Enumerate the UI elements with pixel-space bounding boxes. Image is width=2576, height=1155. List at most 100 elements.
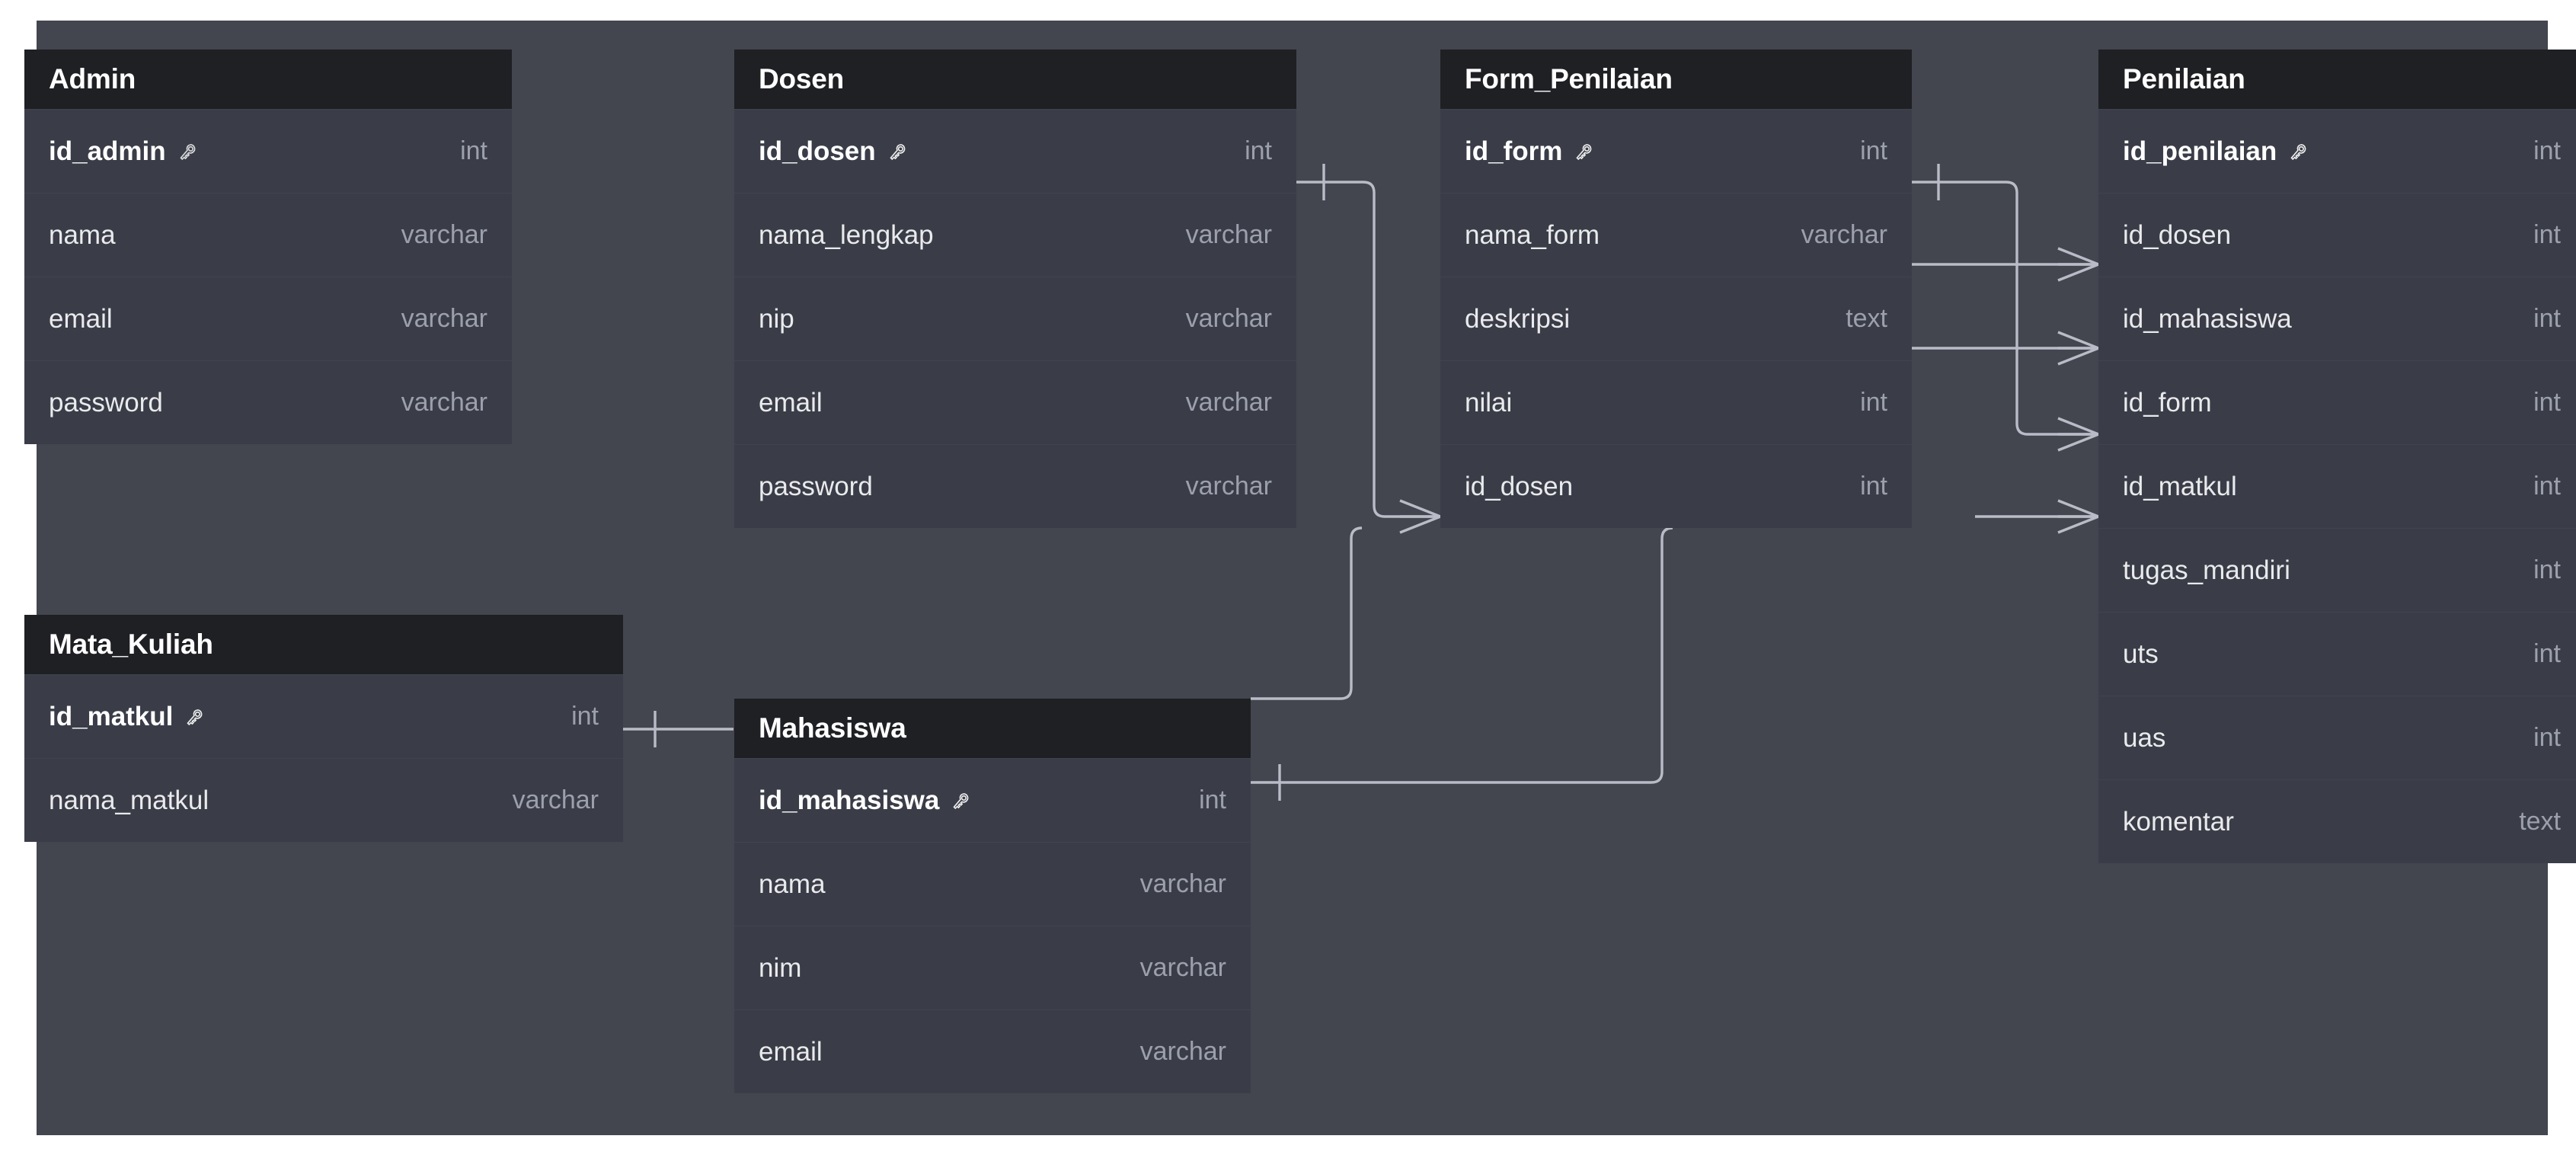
- column-type: varchar: [1186, 304, 1272, 334]
- er-diagram-canvas[interactable]: Admin id_admin int nama varchar email va…: [37, 21, 2548, 1135]
- column-type: int: [2533, 304, 2561, 334]
- column-name: nama_matkul: [49, 785, 209, 816]
- key-icon: [887, 142, 909, 165]
- column-type: varchar: [513, 785, 599, 815]
- column-type: int: [2533, 136, 2561, 166]
- column-name: id_dosen: [2123, 220, 2231, 251]
- table-admin-row-nama[interactable]: nama varchar: [24, 193, 512, 277]
- column-type: int: [2533, 220, 2561, 250]
- table-form-penilaian-row-nama-form[interactable]: nama_form varchar: [1440, 193, 1912, 277]
- column-name: nama: [759, 869, 826, 900]
- table-penilaian-row-tugas-mandiri[interactable]: tugas_mandiri int: [2098, 528, 2576, 612]
- column-name: tugas_mandiri: [2123, 555, 2290, 586]
- column-name: id_form: [1465, 136, 1596, 167]
- table-penilaian-row-uts[interactable]: uts int: [2098, 612, 2576, 696]
- column-name: uas: [2123, 723, 2165, 753]
- table-form-penilaian[interactable]: Form_Penilaian id_form int nama_form var…: [1440, 50, 1912, 528]
- table-mata-kuliah[interactable]: Mata_Kuliah id_matkul int nama_matkul va…: [24, 615, 623, 842]
- column-type: int: [1860, 472, 1887, 501]
- column-type: int: [2533, 723, 2561, 753]
- table-admin[interactable]: Admin id_admin int nama varchar email va…: [24, 50, 512, 444]
- column-name: password: [759, 472, 873, 502]
- table-form-penilaian-row-id-dosen[interactable]: id_dosen int: [1440, 444, 1912, 528]
- column-name: deskripsi: [1465, 304, 1570, 334]
- column-name: id_mahasiswa: [759, 785, 973, 816]
- table-form-penilaian-title: Form_Penilaian: [1440, 50, 1912, 109]
- column-name: uts: [2123, 639, 2159, 670]
- column-type: int: [2533, 639, 2561, 669]
- column-name: id_penilaian: [2123, 136, 2310, 167]
- key-icon: [2287, 142, 2310, 165]
- relationship-dosen-penilaian: [1975, 501, 2098, 533]
- table-mata-kuliah-row-id-matkul[interactable]: id_matkul int: [24, 674, 623, 758]
- column-type: int: [1199, 785, 1226, 815]
- column-name: nim: [759, 953, 801, 984]
- table-penilaian-row-komentar[interactable]: komentar text: [2098, 779, 2576, 863]
- column-type: varchar: [1186, 472, 1272, 501]
- column-type: int: [2533, 472, 2561, 501]
- column-type: int: [460, 136, 487, 166]
- column-type: int: [1245, 136, 1272, 166]
- column-type: int: [2533, 555, 2561, 585]
- table-dosen-row-email[interactable]: email varchar: [734, 360, 1296, 444]
- column-name: id_dosen: [759, 136, 909, 167]
- column-type: varchar: [1140, 1037, 1226, 1067]
- table-mahasiswa-row-email[interactable]: email varchar: [734, 1009, 1251, 1093]
- table-admin-title: Admin: [24, 50, 512, 109]
- column-name: nilai: [1465, 388, 1512, 418]
- relationship-mata-kuliah-mahasiswa: [623, 711, 733, 747]
- table-dosen-row-nama-lengkap[interactable]: nama_lengkap varchar: [734, 193, 1296, 277]
- relationship-route-mahasiswa-up: [1251, 528, 1362, 699]
- column-name: email: [759, 388, 823, 418]
- table-penilaian-row-uas[interactable]: uas int: [2098, 696, 2576, 779]
- table-mahasiswa[interactable]: Mahasiswa id_mahasiswa int nama varchar …: [734, 699, 1251, 1093]
- table-form-penilaian-row-id-form[interactable]: id_form int: [1440, 109, 1912, 193]
- table-mahasiswa-row-id-mahasiswa[interactable]: id_mahasiswa int: [734, 758, 1251, 842]
- table-penilaian-row-id-form[interactable]: id_form int: [2098, 360, 2576, 444]
- table-form-penilaian-row-deskripsi[interactable]: deskripsi text: [1440, 277, 1912, 360]
- column-name: id_matkul: [49, 702, 206, 732]
- table-penilaian-row-id-dosen[interactable]: id_dosen int: [2098, 193, 2576, 277]
- table-penilaian[interactable]: Penilaian id_penilaian int id_dosen int …: [2098, 50, 2576, 863]
- key-icon: [184, 707, 206, 730]
- column-name: id_dosen: [1465, 472, 1573, 502]
- table-mata-kuliah-title: Mata_Kuliah: [24, 615, 623, 674]
- column-name: id_matkul: [2123, 472, 2237, 502]
- table-dosen-row-password[interactable]: password varchar: [734, 444, 1296, 528]
- column-name: nama_lengkap: [759, 220, 934, 251]
- column-type: varchar: [1140, 953, 1226, 983]
- column-type: text: [1846, 304, 1887, 334]
- key-icon: [950, 791, 973, 814]
- table-admin-row-email[interactable]: email varchar: [24, 277, 512, 360]
- table-penilaian-row-id-mahasiswa[interactable]: id_mahasiswa int: [2098, 277, 2576, 360]
- column-type: int: [1860, 388, 1887, 418]
- table-admin-row-password[interactable]: password varchar: [24, 360, 512, 444]
- column-name: password: [49, 388, 163, 418]
- table-dosen-row-id-dosen[interactable]: id_dosen int: [734, 109, 1296, 193]
- key-icon: [1573, 142, 1596, 165]
- relationship-mahasiswa-penilaian: [1251, 528, 1673, 801]
- table-dosen[interactable]: Dosen id_dosen int nama_lengkap varchar …: [734, 50, 1296, 528]
- column-name: id_admin: [49, 136, 200, 167]
- table-penilaian-title: Penilaian: [2098, 50, 2576, 109]
- table-form-penilaian-row-nilai[interactable]: nilai int: [1440, 360, 1912, 444]
- column-type: varchar: [401, 304, 487, 334]
- column-type: varchar: [1186, 388, 1272, 418]
- column-name: nip: [759, 304, 794, 334]
- table-mahasiswa-title: Mahasiswa: [734, 699, 1251, 758]
- table-dosen-row-nip[interactable]: nip varchar: [734, 277, 1296, 360]
- column-type: varchar: [1140, 869, 1226, 899]
- table-penilaian-row-id-penilaian[interactable]: id_penilaian int: [2098, 109, 2576, 193]
- table-mahasiswa-row-nim[interactable]: nim varchar: [734, 926, 1251, 1009]
- column-name: email: [49, 304, 113, 334]
- table-mata-kuliah-row-nama-matkul[interactable]: nama_matkul varchar: [24, 758, 623, 842]
- table-dosen-title: Dosen: [734, 50, 1296, 109]
- column-name: komentar: [2123, 807, 2234, 837]
- table-admin-row-id-admin[interactable]: id_admin int: [24, 109, 512, 193]
- column-type: varchar: [401, 220, 487, 250]
- column-type: text: [2519, 807, 2561, 837]
- key-icon: [177, 142, 200, 165]
- table-penilaian-row-id-matkul[interactable]: id_matkul int: [2098, 444, 2576, 528]
- column-type: int: [571, 702, 599, 731]
- table-mahasiswa-row-nama[interactable]: nama varchar: [734, 842, 1251, 926]
